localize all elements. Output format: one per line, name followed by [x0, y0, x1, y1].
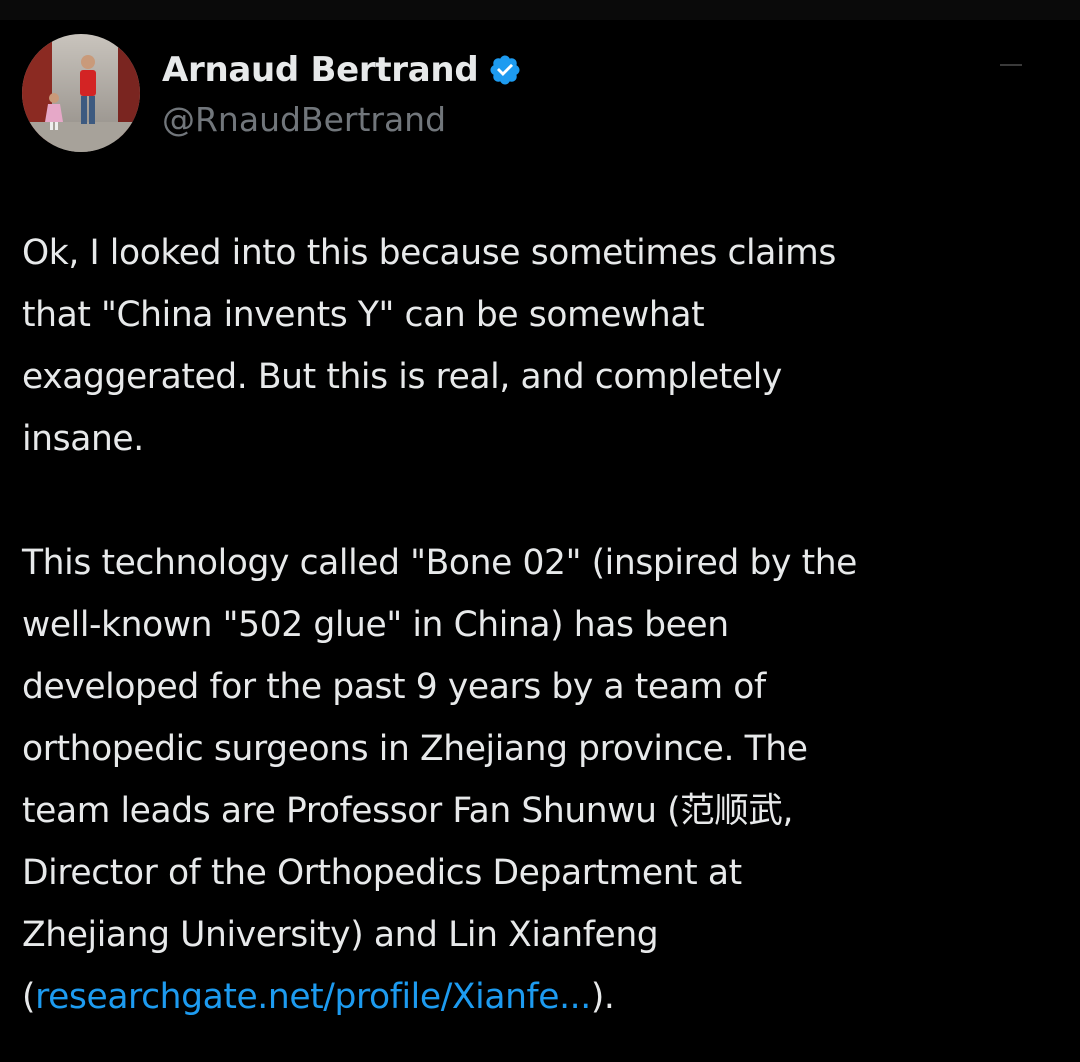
text-line: insane. [22, 419, 144, 459]
more-options-icon[interactable] [1000, 64, 1022, 66]
author-names: Arnaud Bertrand @RnaudBertrand [162, 48, 522, 139]
display-name-row: Arnaud Bertrand [162, 48, 522, 92]
top-edge-strip [0, 0, 1080, 20]
text-line: orthopedic surgeons in Zhejiang province… [22, 729, 808, 769]
tweet-paragraph: This technology called "Bone 02" (inspir… [22, 532, 1058, 1028]
text-line: Zhejiang University) and Lin Xianfeng [22, 915, 659, 955]
text-line: exaggerated. But this is real, and compl… [22, 357, 782, 397]
author-avatar[interactable] [22, 34, 140, 152]
text-line-with-link: (researchgate.net/profile/Xianfe...). [22, 966, 1058, 1028]
author-handle[interactable]: @RnaudBertrand [162, 100, 522, 139]
text-line: that "China invents Y" can be somewhat [22, 295, 705, 335]
link-suffix: ). [590, 977, 615, 1017]
verified-badge-icon [488, 53, 522, 87]
avatar-photo-icon [22, 34, 140, 152]
tweet-text: Ok, I looked into this because sometimes… [22, 222, 1058, 1028]
text-line: developed for the past 9 years by a team… [22, 667, 766, 707]
text-line: team leads are Professor Fan Shunwu (范顺武… [22, 791, 794, 831]
link-prefix: ( [22, 977, 36, 1017]
text-line: This technology called "Bone 02" (inspir… [22, 543, 857, 583]
author-display-name[interactable]: Arnaud Bertrand [162, 50, 479, 90]
tweet-header: Arnaud Bertrand @RnaudBertrand [22, 34, 522, 152]
researchgate-link[interactable]: researchgate.net/profile/Xianfe... [35, 977, 591, 1017]
text-line: Director of the Orthopedics Department a… [22, 853, 742, 893]
text-line: well-known "502 glue" in China) has been [22, 605, 729, 645]
text-line: Ok, I looked into this because sometimes… [22, 233, 836, 273]
tweet-paragraph: Ok, I looked into this because sometimes… [22, 222, 1058, 470]
